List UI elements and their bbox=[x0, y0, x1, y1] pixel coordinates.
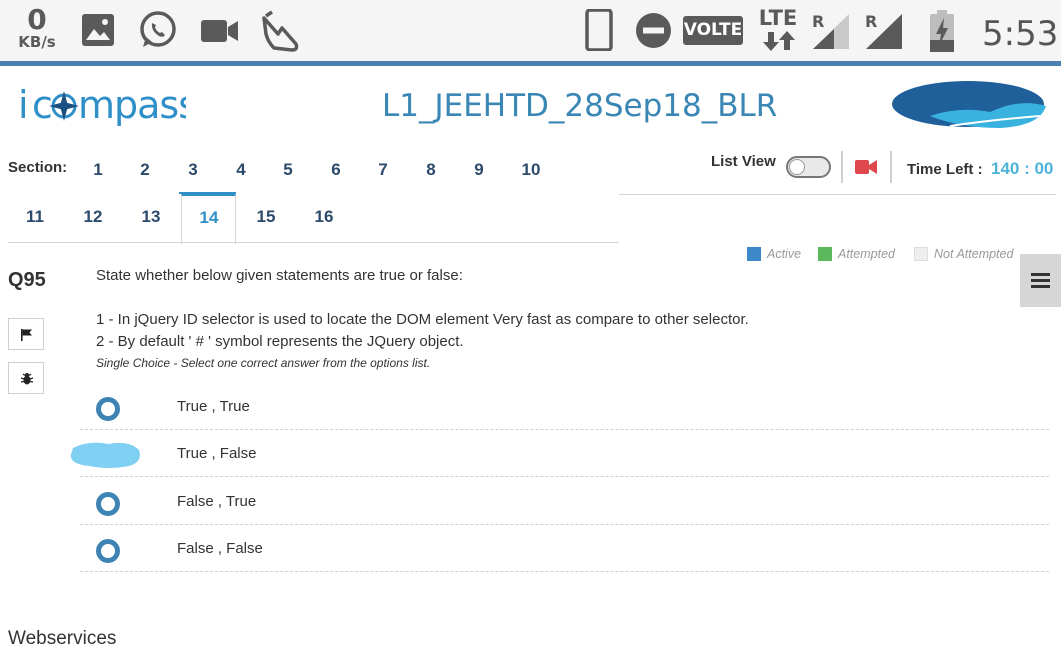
video-camera-icon[interactable] bbox=[855, 159, 877, 175]
question-hint: Single Choice - Select one correct answe… bbox=[96, 356, 431, 370]
volte-icon: VOLTE bbox=[683, 16, 743, 45]
option-row[interactable]: True , False bbox=[80, 430, 1049, 477]
brand-logo bbox=[892, 81, 1046, 128]
option-radio[interactable] bbox=[96, 492, 120, 516]
svg-text:i: i bbox=[18, 84, 28, 127]
option-label: False , False bbox=[177, 540, 263, 557]
hand-icon bbox=[262, 10, 299, 52]
lte-label: LTE bbox=[758, 6, 798, 30]
clock: 5:53 bbox=[982, 14, 1059, 54]
section-tab-4[interactable]: 4 bbox=[221, 160, 261, 180]
compass-logo-mark: i c mpass bbox=[18, 84, 186, 127]
network-speed-value: 0 bbox=[27, 3, 47, 36]
question-statement-2: 2 - By default ' # ' symbol represents t… bbox=[96, 333, 464, 350]
option-label: True , False bbox=[177, 445, 257, 462]
battery-charging-icon bbox=[930, 10, 954, 52]
section-tabs-divider bbox=[8, 242, 619, 243]
legend-swatch-active bbox=[747, 247, 761, 261]
icompass-logo: icompass i c mpass bbox=[18, 82, 189, 127]
question-intro: State whether below given statements are… bbox=[96, 267, 463, 284]
signal-icon-2 bbox=[866, 14, 902, 49]
option-row[interactable]: False , False bbox=[80, 525, 1049, 572]
option-radio[interactable] bbox=[96, 397, 120, 421]
video-camera-icon bbox=[201, 20, 238, 42]
hamburger-icon bbox=[1031, 273, 1050, 288]
section-tab-9[interactable]: 9 bbox=[459, 160, 499, 180]
flag-icon bbox=[21, 329, 32, 341]
section-tab-1[interactable]: 1 bbox=[78, 160, 118, 180]
network-speed: 0 KB/s bbox=[14, 6, 60, 50]
option-radio[interactable] bbox=[96, 539, 120, 563]
section-tab-13[interactable]: 13 bbox=[131, 207, 171, 227]
toolbar-separator bbox=[890, 151, 892, 183]
section-tab-2[interactable]: 2 bbox=[125, 160, 165, 180]
svg-text:c: c bbox=[32, 84, 52, 127]
bug-icon bbox=[20, 373, 34, 385]
legend-attempted: Attempted bbox=[818, 247, 895, 261]
legend-swatch-attempted bbox=[818, 247, 832, 261]
whatsapp-icon bbox=[140, 11, 176, 47]
option-row[interactable]: False , True bbox=[80, 478, 1049, 525]
legend-not-attempted: Not Attempted bbox=[914, 247, 1013, 261]
legend-active: Active bbox=[747, 247, 801, 261]
phone-portrait-icon bbox=[585, 9, 613, 51]
section-tab-7[interactable]: 7 bbox=[363, 160, 403, 180]
legend-not-attempted-label: Not Attempted bbox=[934, 247, 1014, 261]
svg-text:mpass: mpass bbox=[78, 84, 186, 127]
legend-active-label: Active bbox=[767, 247, 802, 261]
scribble-mark bbox=[70, 442, 140, 468]
option-label: True , True bbox=[177, 398, 250, 415]
toolbar-divider bbox=[619, 194, 1056, 195]
section-tab-14[interactable]: 14 bbox=[189, 208, 229, 228]
flag-button[interactable] bbox=[8, 318, 44, 350]
gallery-icon bbox=[82, 14, 114, 46]
section-tab-10[interactable]: 10 bbox=[511, 160, 551, 180]
data-arrows-icon bbox=[763, 31, 795, 51]
section-tab-11[interactable]: 11 bbox=[15, 207, 55, 227]
signal-icon bbox=[813, 14, 849, 49]
time-left-value: 140 : 00 bbox=[991, 159, 1054, 178]
footer-section-title: Webservices bbox=[8, 628, 117, 649]
section-tab-15[interactable]: 15 bbox=[246, 207, 286, 227]
exam-title: L1_JEEHTD_28Sep18_BLR bbox=[382, 88, 778, 124]
option-label: False , True bbox=[177, 493, 257, 510]
hamburger-menu-button[interactable] bbox=[1020, 254, 1061, 307]
question-statement-1: 1 - In jQuery ID selector is used to loc… bbox=[96, 311, 749, 328]
network-speed-unit: KB/s bbox=[18, 33, 56, 51]
toolbar-separator bbox=[841, 151, 843, 183]
exam-header: icompass i c mpass L1_JEEHTD_28Sep18_BLR bbox=[0, 66, 1061, 142]
list-view-toggle[interactable] bbox=[786, 156, 831, 178]
section-tab-8[interactable]: 8 bbox=[411, 160, 451, 180]
question-number: Q95 bbox=[8, 269, 46, 291]
section-tab-6[interactable]: 6 bbox=[316, 160, 356, 180]
tab-3-underline bbox=[179, 192, 236, 194]
section-tab-16[interactable]: 16 bbox=[304, 207, 344, 227]
report-bug-button[interactable] bbox=[8, 362, 44, 394]
list-view-label: List View bbox=[711, 153, 776, 170]
lte-icon: LTE bbox=[755, 8, 801, 51]
section-tab-3[interactable]: 3 bbox=[173, 160, 213, 180]
section-label: Section: bbox=[8, 159, 68, 176]
section-tab-5[interactable]: 5 bbox=[268, 160, 308, 180]
section-tab-12[interactable]: 12 bbox=[73, 207, 113, 227]
legend-attempted-label: Attempted bbox=[838, 247, 895, 261]
legend-swatch-not-attempted bbox=[914, 247, 928, 261]
do-not-disturb-icon bbox=[636, 13, 671, 48]
toggle-knob bbox=[789, 159, 805, 175]
time-left-label: Time Left : bbox=[907, 161, 983, 178]
android-status-bar: 0 KB/s VOLTE LTE R R 5:53 bbox=[0, 0, 1061, 66]
option-row[interactable]: True , True bbox=[80, 383, 1049, 430]
